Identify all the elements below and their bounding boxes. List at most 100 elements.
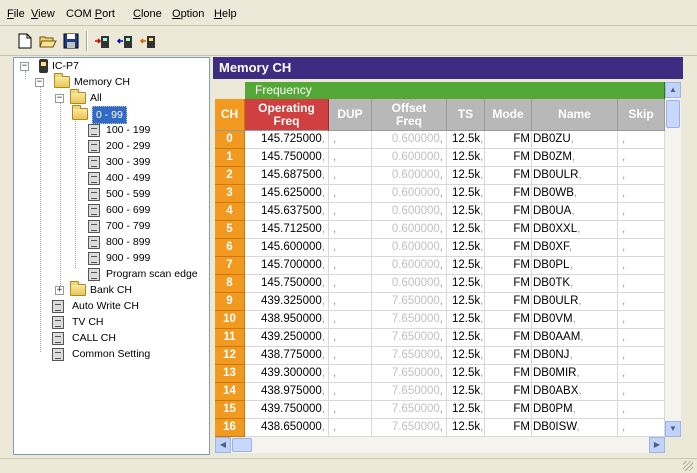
tree-item-call-ch[interactable]: CALL CH <box>52 330 202 346</box>
table-row[interactable]: 0 145.725000,, 0.600000, 12.5k, FM DB0ZU,, <box>215 131 665 149</box>
cell-ts[interactable]: 12.5k, <box>447 239 485 257</box>
column-header-mode[interactable]: Mode <box>485 99 532 131</box>
cell-offset-freq[interactable]: 7.650000, <box>372 401 447 419</box>
cell-dup[interactable]: , <box>329 257 372 275</box>
cell-ts[interactable]: 12.5k, <box>447 419 485 437</box>
cell-operating-freq[interactable]: 145.625000, <box>245 185 329 203</box>
column-header-operating-freq[interactable]: Operating Freq <box>245 99 329 131</box>
cell-name[interactable]: DB0XF, <box>532 239 618 257</box>
cell-mode[interactable]: FM <box>485 383 532 401</box>
cell-offset-freq[interactable]: 0.600000, <box>372 257 447 275</box>
cell-ch[interactable]: 3 <box>215 185 245 203</box>
cell-mode[interactable]: FM <box>485 365 532 383</box>
cell-offset-freq[interactable]: 0.600000, <box>372 167 447 185</box>
cell-skip[interactable]: , <box>618 383 665 401</box>
cell-dup[interactable]: , <box>329 275 372 293</box>
cell-name[interactable]: DB0ULR, <box>532 167 618 185</box>
column-header-ch[interactable]: CH <box>215 99 245 131</box>
cell-skip[interactable]: , <box>618 167 665 185</box>
table-row[interactable]: 10 438.950000,, 7.650000, 12.5k, FM DB0VM,, <box>215 311 665 329</box>
table-row[interactable]: 6 145.600000,, 0.600000, 12.5k, FM DB0XF,, <box>215 239 665 257</box>
scroll-left-icon[interactable]: ◀ <box>215 437 231 453</box>
table-row[interactable]: 11 439.250000,, 7.650000, 12.5k, FM DB0AAM,, <box>215 329 665 347</box>
cell-mode[interactable]: FM <box>485 167 532 185</box>
cell-name[interactable]: DB0XXL, <box>532 221 618 239</box>
cell-dup[interactable]: , <box>329 239 372 257</box>
table-row[interactable]: 14 438.975000,, 7.650000, 12.5k, FM DB0ABX,, <box>215 383 665 401</box>
cell-ts[interactable]: 12.5k, <box>447 221 485 239</box>
cell-ts[interactable]: 12.5k, <box>447 311 485 329</box>
table-row[interactable]: 13 439.300000,, 7.650000, 12.5k, FM DB0MIR,, <box>215 365 665 383</box>
cell-offset-freq[interactable]: 7.650000, <box>372 347 447 365</box>
cell-mode[interactable]: FM <box>485 257 532 275</box>
cell-name[interactable]: DB0WB, <box>532 185 618 203</box>
cell-ts[interactable]: 12.5k, <box>447 401 485 419</box>
cell-ch[interactable]: 1 <box>215 149 245 167</box>
cell-ts[interactable]: 12.5k, <box>447 167 485 185</box>
cell-offset-freq[interactable]: 7.650000, <box>372 329 447 347</box>
table-row[interactable]: 1 145.750000,, 0.600000, 12.5k, FM DB0ZM,, <box>215 149 665 167</box>
cell-offset-freq[interactable]: 0.600000, <box>372 185 447 203</box>
cell-offset-freq[interactable]: 0.600000, <box>372 131 447 149</box>
table-row[interactable]: 9 439.325000,, 7.650000, 12.5k, FM DB0ULR,, <box>215 293 665 311</box>
cell-operating-freq[interactable]: 439.300000, <box>245 365 329 383</box>
cell-dup[interactable]: , <box>329 131 372 149</box>
cell-ch[interactable]: 5 <box>215 221 245 239</box>
collapse-icon[interactable]: − <box>35 78 44 87</box>
cell-skip[interactable]: , <box>618 329 665 347</box>
cell-name[interactable]: DB0ULR, <box>532 293 618 311</box>
cell-offset-freq[interactable]: 0.600000, <box>372 221 447 239</box>
scroll-thumb-horizontal[interactable] <box>232 438 252 452</box>
cell-operating-freq[interactable]: 145.637500, <box>245 203 329 221</box>
cell-name[interactable]: DB0UA, <box>532 203 618 221</box>
scroll-down-icon[interactable]: ▼ <box>665 421 681 437</box>
cell-ch[interactable]: 11 <box>215 329 245 347</box>
tree-item-range-500-599[interactable]: 500 - 599 <box>88 186 198 202</box>
cell-offset-freq[interactable]: 0.600000, <box>372 239 447 257</box>
table-row[interactable]: 4 145.637500,, 0.600000, 12.5k, FM DB0UA,, <box>215 203 665 221</box>
cell-operating-freq[interactable]: 438.775000, <box>245 347 329 365</box>
cell-ch[interactable]: 8 <box>215 275 245 293</box>
cell-ch[interactable]: 4 <box>215 203 245 221</box>
horizontal-scrollbar[interactable]: ◀ ▶ <box>215 437 665 453</box>
cell-operating-freq[interactable]: 439.325000, <box>245 293 329 311</box>
table-row[interactable]: 8 145.750000,, 0.600000, 12.5k, FM DB0TK,, <box>215 275 665 293</box>
tree-item-range-700-799[interactable]: 700 - 799 <box>88 218 198 234</box>
column-header-ts[interactable]: TS <box>447 99 485 131</box>
column-header-skip[interactable]: Skip <box>618 99 665 131</box>
cell-dup[interactable]: , <box>329 401 372 419</box>
cell-dup[interactable]: , <box>329 293 372 311</box>
cell-ch[interactable]: 0 <box>215 131 245 149</box>
cell-operating-freq[interactable]: 145.700000, <box>245 257 329 275</box>
collapse-icon[interactable]: − <box>20 62 29 71</box>
resize-grip-icon[interactable] <box>683 461 693 471</box>
cell-operating-freq[interactable]: 145.750000, <box>245 149 329 167</box>
cell-operating-freq[interactable]: 438.650000, <box>245 419 329 437</box>
tree-item-common-setting[interactable]: Common Setting <box>52 346 202 362</box>
new-file-icon[interactable] <box>15 31 35 51</box>
cell-ch[interactable]: 12 <box>215 347 245 365</box>
cell-dup[interactable]: , <box>329 221 372 239</box>
cell-operating-freq[interactable]: 439.750000, <box>245 401 329 419</box>
tree-item-program-scan-edge[interactable]: Program scan edge <box>88 266 208 282</box>
cell-skip[interactable]: , <box>618 149 665 167</box>
table-row[interactable]: 15 439.750000,, 7.650000, 12.5k, FM DB0PM,, <box>215 401 665 419</box>
cell-name[interactable]: DB0ZU, <box>532 131 618 149</box>
table-row[interactable]: 12 438.775000,, 7.650000, 12.5k, FM DB0NJ,, <box>215 347 665 365</box>
cell-name[interactable]: DB0NJ, <box>532 347 618 365</box>
cell-ts[interactable]: 12.5k, <box>447 149 485 167</box>
tree-item-range-900-999[interactable]: 900 - 999 <box>88 250 198 266</box>
cell-skip[interactable]: , <box>618 221 665 239</box>
cell-ts[interactable]: 12.5k, <box>447 185 485 203</box>
cell-mode[interactable]: FM <box>485 149 532 167</box>
scroll-thumb-vertical[interactable] <box>666 100 680 128</box>
cell-ch[interactable]: 14 <box>215 383 245 401</box>
table-row[interactable]: 5 145.712500,, 0.600000, 12.5k, FM DB0XXL,, <box>215 221 665 239</box>
cell-mode[interactable]: FM <box>485 185 532 203</box>
cell-ch[interactable]: 7 <box>215 257 245 275</box>
column-header-offset-freq[interactable]: Offset Freq <box>372 99 447 131</box>
cell-skip[interactable]: , <box>618 293 665 311</box>
table-row[interactable]: 3 145.625000,, 0.600000, 12.5k, FM DB0WB,, <box>215 185 665 203</box>
cell-name[interactable]: DB0ZM, <box>532 149 618 167</box>
tree-item-auto-write-ch[interactable]: Auto Write CH <box>52 298 202 314</box>
